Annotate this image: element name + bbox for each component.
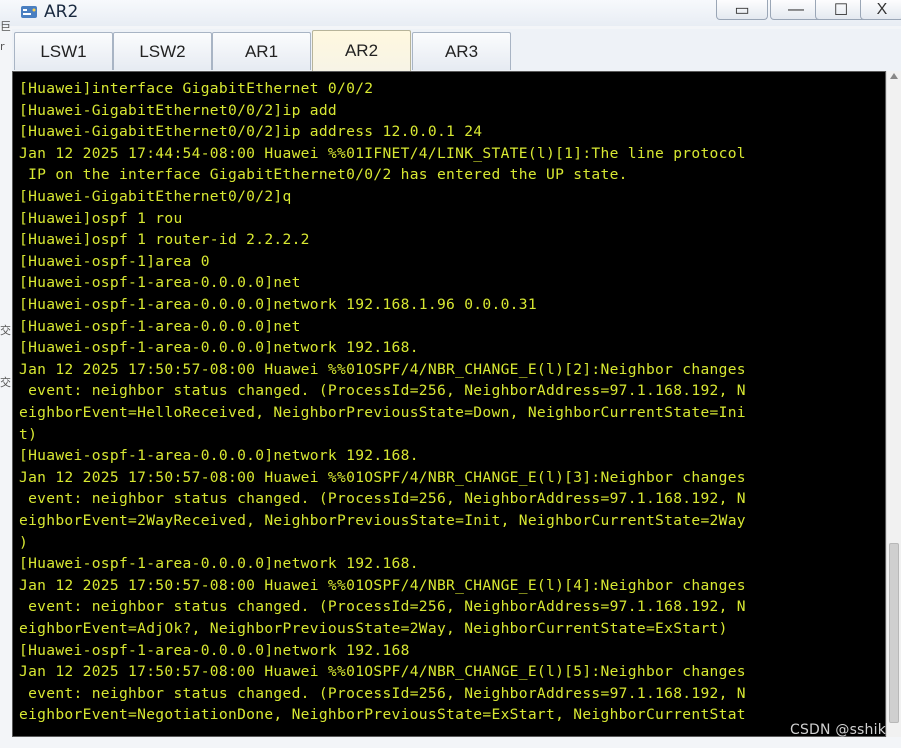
tab-label: AR3 (444, 41, 479, 61)
router-app-icon (21, 6, 37, 18)
tab-ar3[interactable]: AR3 (412, 32, 511, 70)
console-line: [Huawei-ospf-1-area-0.0.0.0]network 192.… (19, 447, 419, 465)
console-line: [Huawei]ospf 1 router-id 2.2.2.2 (19, 231, 310, 249)
tab-lsw2[interactable]: LSW2 (113, 32, 212, 70)
console-line: [Huawei-ospf-1-area-0.0.0.0]network 192.… (19, 555, 419, 573)
console-line: Jan 12 2025 17:50:57-08:00 Huawei %%01OS… (19, 663, 746, 681)
console-line: event: neighbor status changed. (Process… (19, 684, 746, 702)
terminal-console[interactable]: [Huawei]interface GigabitEthernet 0/0/2 [… (12, 71, 886, 737)
console-line: eighborEvent=NegotiationDone, NeighborPr… (19, 706, 746, 724)
console-line: [Huawei]ospf 1 rou (19, 209, 183, 227)
console-line: Jan 12 2025 17:50:57-08:00 Huawei %%01OS… (19, 576, 746, 594)
window-title: AR2 (44, 2, 79, 22)
tab-lsw1[interactable]: LSW1 (14, 32, 113, 70)
tab-label: LSW2 (139, 41, 186, 61)
console-line: [Huawei]interface GigabitEthernet 0/0/2 (19, 80, 374, 97)
console-line: eighborEvent=HelloReceived, NeighborPrev… (19, 404, 746, 421)
close-button[interactable]: X (860, 0, 901, 20)
restore-icon: ▭ (734, 1, 750, 19)
maximize-icon: ☐ (833, 1, 849, 19)
console-line: Jan 12 2025 17:44:54-08:00 Huawei %%01IF… (19, 144, 746, 162)
close-icon: X (876, 0, 888, 18)
console-line: eighborEvent=AdjOk?, NeighborPreviousSta… (19, 620, 728, 637)
console-line: event: neighbor status changed. (Process… (19, 598, 746, 616)
tab-ar1[interactable]: AR1 (212, 32, 311, 70)
background-window-edge: 巨 r 交 交 (0, 20, 12, 748)
edge-text: 交 (0, 324, 11, 337)
console-line: [Huawei-ospf-1-area-0.0.0.0]net (19, 274, 301, 292)
console-line: event: neighbor status changed. (Process… (19, 490, 746, 508)
console-line: [Huawei-ospf-1-area-0.0.0.0]network 192.… (19, 641, 410, 659)
window-bottom-edge (0, 737, 901, 748)
console-line: Jan 12 2025 17:50:57-08:00 Huawei %%01OS… (19, 360, 746, 378)
console-line: event: neighbor status changed. (Process… (19, 382, 746, 400)
console-line: [Huawei-ospf-1-area-0.0.0.0]network 192.… (19, 296, 537, 313)
terminal-window: AR2 ▭ — ☐ X 巨 r 交 交 LSW1 LSW2 AR1 AR2 AR… (0, 0, 901, 748)
console-line: Jan 12 2025 17:50:57-08:00 Huawei %%01OS… (19, 468, 746, 486)
restore-window-button[interactable]: ▭ (716, 0, 768, 20)
scrollbar-thumb[interactable] (889, 543, 899, 723)
console-line: IP on the interface GigabitEthernet0/0/2… (19, 166, 628, 184)
tab-ar2[interactable]: AR2 (312, 30, 411, 71)
console-scrollbar[interactable] (886, 71, 901, 737)
console-line: [Huawei-GigabitEthernet0/0/2]q (19, 188, 292, 205)
console-line: [Huawei-ospf-1-area-0.0.0.0]net (19, 317, 301, 335)
minimize-icon: — (788, 0, 804, 18)
console-line: [Huawei-ospf-1-area-0.0.0.0]network 192.… (19, 339, 419, 357)
title-bar[interactable]: AR2 ▭ — ☐ X (0, 0, 901, 26)
console-line: ) (19, 533, 29, 551)
edge-text: 交 (0, 376, 11, 389)
tab-label: AR1 (244, 41, 279, 61)
console-line: [Huawei-ospf-1]area 0 (19, 252, 210, 270)
console-line: eighborEvent=2WayReceived, NeighborPrevi… (19, 512, 746, 529)
console-line: [Huawei-GigabitEthernet0/0/2]ip address … (19, 123, 483, 141)
console-line: t) (19, 425, 38, 443)
edge-text: 巨 (0, 20, 11, 33)
tab-label: LSW1 (40, 41, 87, 61)
tab-label: AR2 (344, 41, 379, 60)
device-tab-bar: LSW1 LSW2 AR1 AR2 AR3 (12, 29, 901, 71)
scroll-up-icon[interactable] (890, 73, 898, 79)
console-line: [Huawei-GigabitEthernet0/0/2]ip add (19, 101, 338, 119)
edge-text: r (0, 40, 5, 53)
watermark-text: CSDN @sshik (790, 722, 887, 738)
